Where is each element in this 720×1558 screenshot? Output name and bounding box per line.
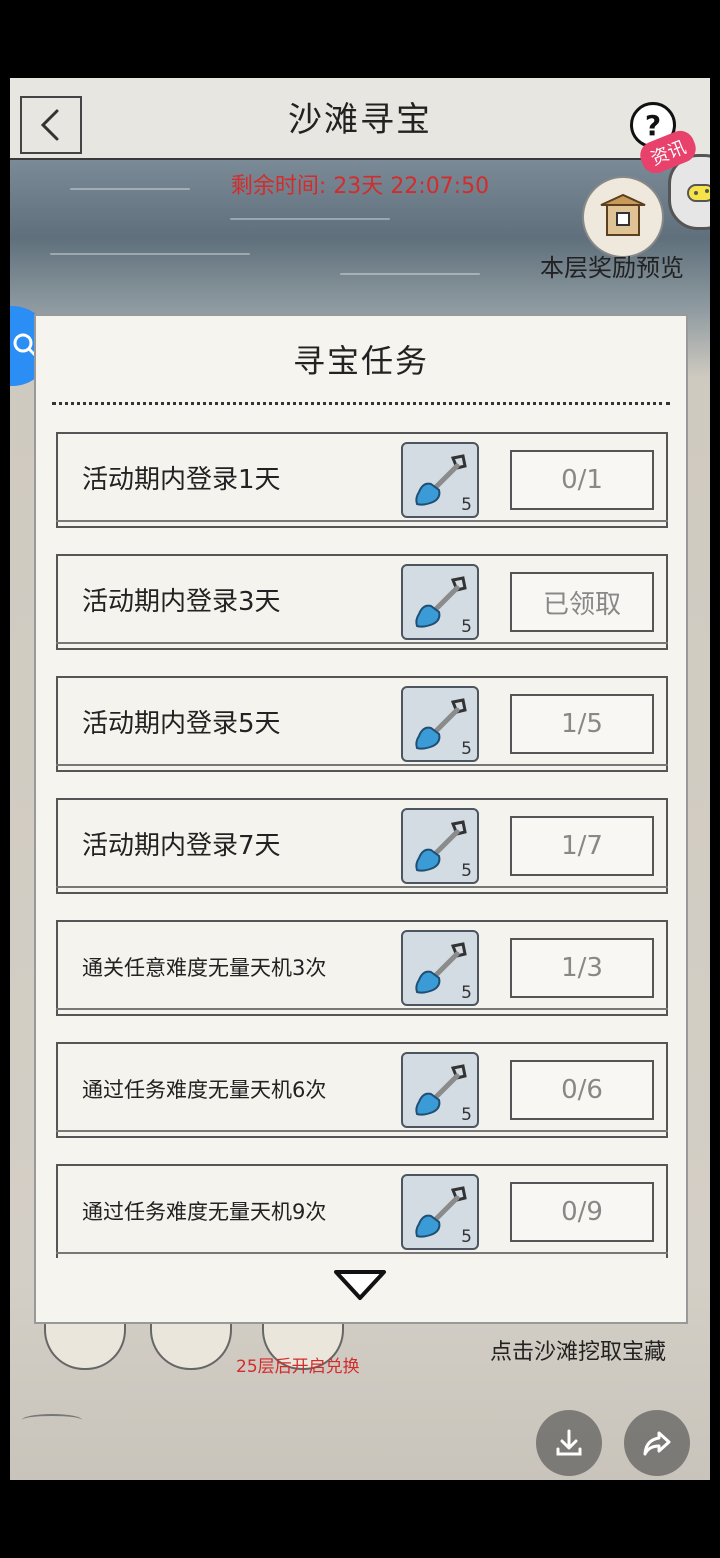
task-progress-button[interactable]: 0/1 [510, 450, 654, 510]
task-label: 通过任务难度无量天机9次 [82, 1200, 327, 1224]
shovel-reward[interactable]: 5 [401, 930, 479, 1006]
gate-icon[interactable] [582, 176, 664, 258]
reward-count: 5 [461, 495, 472, 515]
task-progress-button[interactable]: 1/7 [510, 816, 654, 876]
shovel-reward[interactable]: 5 [401, 1052, 479, 1128]
page-title: 沙滩寻宝 [288, 100, 432, 140]
task-label: 通关任意难度无量天机3次 [82, 956, 327, 980]
shovel-reward[interactable]: 5 [401, 1174, 479, 1250]
task-row: 活动期内登录1天 5 0/1 [56, 432, 668, 528]
wave-line [50, 253, 250, 255]
reward-preview-label[interactable]: 本层奖励预览 [540, 248, 684, 283]
dotted-divider [52, 402, 670, 405]
bottom-shop-icon[interactable] [150, 1318, 232, 1370]
task-progress-button[interactable]: 1/5 [510, 694, 654, 754]
treasure-task-modal: 寻宝任务 活动期内登录1天 5 0/1 活动期内登录3天 5 已领取 活动期内登… [34, 314, 688, 1324]
share-icon [643, 1431, 671, 1456]
task-label: 通过任务难度无量天机6次 [82, 1078, 327, 1102]
reward-count: 5 [461, 983, 472, 1003]
modal-title: 寻宝任务 [292, 342, 429, 380]
task-progress-button[interactable]: 1/3 [510, 938, 654, 998]
shovel-reward[interactable]: 5 [401, 442, 479, 518]
task-progress-button[interactable]: 0/9 [510, 1182, 654, 1242]
task-label: 活动期内登录3天 [82, 587, 281, 617]
shovel-reward[interactable]: 5 [401, 564, 479, 640]
bottom-item-icon[interactable] [44, 1318, 126, 1370]
scroll-down-arrow[interactable] [332, 1268, 388, 1306]
task-row: 通关任意难度无量天机3次 5 1/3 [56, 920, 668, 1016]
shovel-reward[interactable]: 5 [401, 808, 479, 884]
task-row: 活动期内登录5天 5 1/5 [56, 676, 668, 772]
task-row: 通过任务难度无量天机6次 5 0/6 [56, 1042, 668, 1138]
top-bar: 沙滩寻宝 ? [10, 78, 710, 160]
wave-line [340, 273, 480, 275]
task-progress-button[interactable]: 已领取 [510, 572, 654, 632]
reward-count: 5 [461, 617, 472, 637]
shovel-reward[interactable]: 5 [401, 686, 479, 762]
task-label: 活动期内登录5天 [82, 709, 281, 739]
sand-mark [22, 1414, 82, 1426]
reward-count: 5 [461, 739, 472, 759]
task-row: 通过任务难度无量天机9次 5 0/9 [56, 1164, 668, 1258]
wave-line [230, 218, 390, 220]
task-label: 活动期内登录7天 [82, 831, 281, 861]
reward-count: 5 [461, 1227, 472, 1247]
task-progress-button[interactable]: 0/6 [510, 1060, 654, 1120]
task-label: 活动期内登录1天 [82, 465, 281, 495]
chevron-down-icon [334, 1270, 386, 1300]
task-row: 活动期内登录3天 5 已领取 [56, 554, 668, 650]
download-button[interactable] [536, 1410, 602, 1476]
exchange-unlock-text: 25层后开启兑换 [236, 1357, 360, 1377]
task-row: 活动期内登录7天 5 1/7 [56, 798, 668, 894]
dig-hint-text: 点击沙滩挖取宝藏 [490, 1340, 667, 1365]
reward-count: 5 [461, 861, 472, 881]
share-button[interactable] [624, 1410, 690, 1476]
reward-count: 5 [461, 1105, 472, 1125]
task-list[interactable]: 活动期内登录1天 5 0/1 活动期内登录3天 5 已领取 活动期内登录5天 5… [56, 432, 668, 1258]
download-icon [556, 1429, 582, 1456]
